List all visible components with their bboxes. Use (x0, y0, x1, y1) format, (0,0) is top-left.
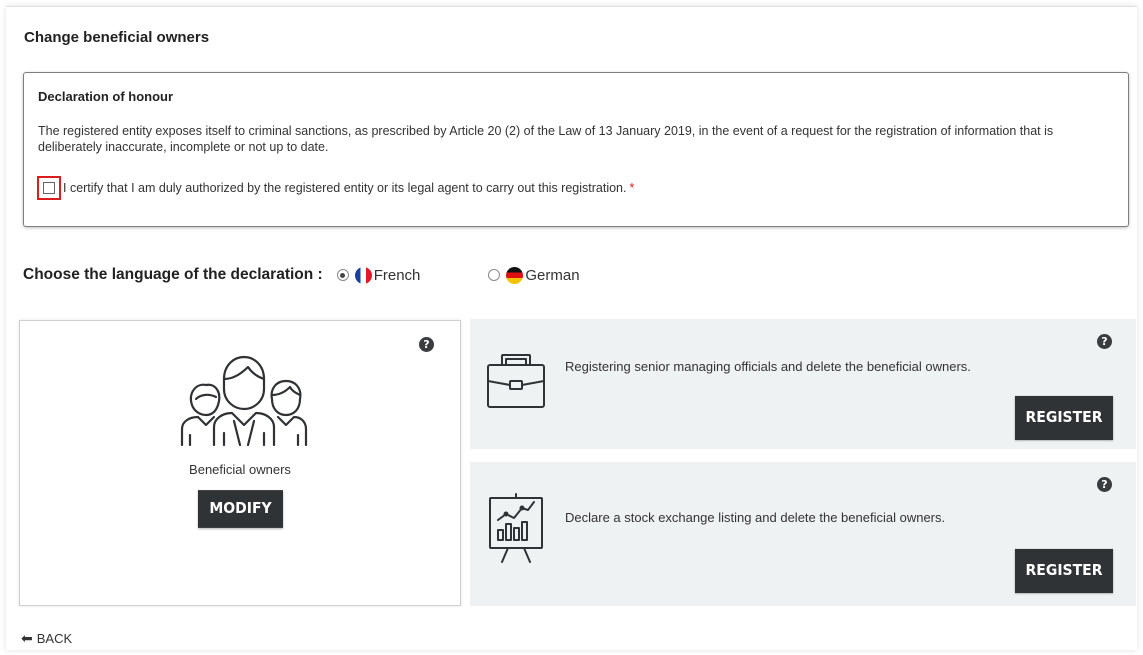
german-label[interactable]: German (525, 267, 579, 284)
help-icon[interactable]: ? (1097, 334, 1112, 349)
presentation-chart-icon (489, 493, 543, 563)
senior-officials-text: Registering senior managing officials an… (565, 359, 971, 374)
back-arrow-icon: ⬅ (21, 630, 33, 646)
modify-button[interactable]: MODIFY (198, 490, 283, 528)
required-asterisk: * (629, 181, 635, 195)
page-title: Change beneficial owners (24, 29, 210, 46)
senior-officials-card: ? Registering senior managing officials … (470, 319, 1136, 449)
germany-flag-icon (506, 266, 524, 284)
people-group-icon (180, 355, 308, 447)
france-flag-icon (354, 266, 372, 284)
declaration-text: The registered entity exposes itself to … (38, 124, 1054, 154)
briefcase-icon (487, 354, 545, 408)
back-link[interactable]: ⬅ BACK (21, 630, 72, 647)
language-label: Choose the language of the declaration : (23, 266, 323, 283)
german-radio[interactable] (488, 269, 501, 281)
back-label[interactable]: BACK (37, 631, 72, 646)
certify-label[interactable]: I certify that I am duly authorized by t… (63, 181, 626, 195)
language-option-french[interactable]: French (336, 266, 421, 284)
declaration-of-honour-panel: Declaration of honour The registered ent… (23, 72, 1129, 227)
declaration-title: Declaration of honour (38, 89, 174, 104)
register-senior-officials-button[interactable]: REGISTER (1015, 395, 1113, 441)
help-icon[interactable]: ? (419, 337, 434, 352)
stock-exchange-text: Declare a stock exchange listing and del… (565, 510, 946, 525)
french-label[interactable]: French (374, 267, 421, 284)
certify-checkbox-highlight[interactable] (37, 176, 61, 200)
certify-row: I certify that I am duly authorized by t… (37, 174, 634, 202)
register-stock-exchange-button[interactable]: REGISTER (1015, 548, 1113, 594)
stock-exchange-card: ? Declare a stock exchange listing and d… (470, 462, 1136, 606)
beneficial-owners-card: ? Beneficial owners MODIFY (19, 320, 461, 606)
french-radio[interactable] (336, 269, 349, 281)
certify-checkbox[interactable] (43, 182, 55, 194)
language-option-german[interactable]: German (488, 266, 580, 284)
language-selector: Choose the language of the declaration :… (23, 264, 580, 286)
beneficial-owners-label: Beneficial owners (189, 462, 291, 477)
help-icon[interactable]: ? (1097, 477, 1112, 492)
